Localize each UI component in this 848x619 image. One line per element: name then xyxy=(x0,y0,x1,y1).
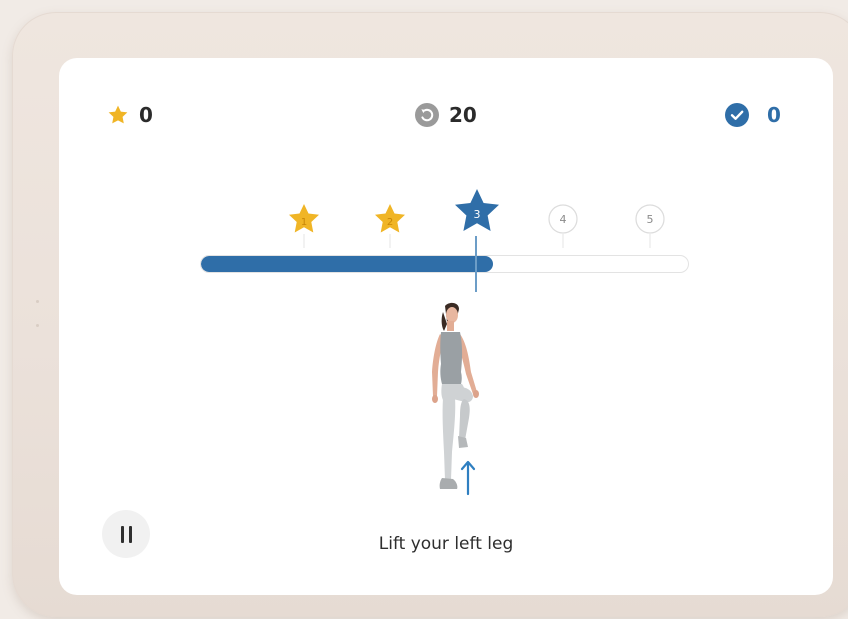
workout-screen: 0 20 0 1 2 3 4 5 Lift your left leg xyxy=(59,58,833,595)
exercise-figure xyxy=(432,302,479,489)
milestone-2-star: 2 xyxy=(375,204,405,233)
progress-bar-fill xyxy=(201,256,494,272)
exercise-instruction: Lift your left leg xyxy=(378,534,514,554)
tablet-frame: 0 20 0 1 2 3 4 5 Lift your left leg xyxy=(12,12,848,617)
milestone-3-star: 3 xyxy=(455,189,499,231)
milestone-5-label: 5 xyxy=(647,213,654,226)
milestone-4-label: 4 xyxy=(560,213,567,226)
milestone-2-label: 2 xyxy=(387,217,393,228)
milestone-5-circle: 5 xyxy=(635,204,665,234)
device-sensor-dot xyxy=(36,300,39,303)
milestone-4-circle: 4 xyxy=(548,204,578,234)
up-arrow-icon xyxy=(460,460,476,496)
progress-marker xyxy=(475,236,477,292)
milestone-3-label: 3 xyxy=(474,208,481,221)
milestone-1-star: 1 xyxy=(289,204,319,233)
progress-bar xyxy=(200,255,689,273)
milestone-1-label: 1 xyxy=(301,217,307,228)
device-sensor-dot xyxy=(36,324,39,327)
